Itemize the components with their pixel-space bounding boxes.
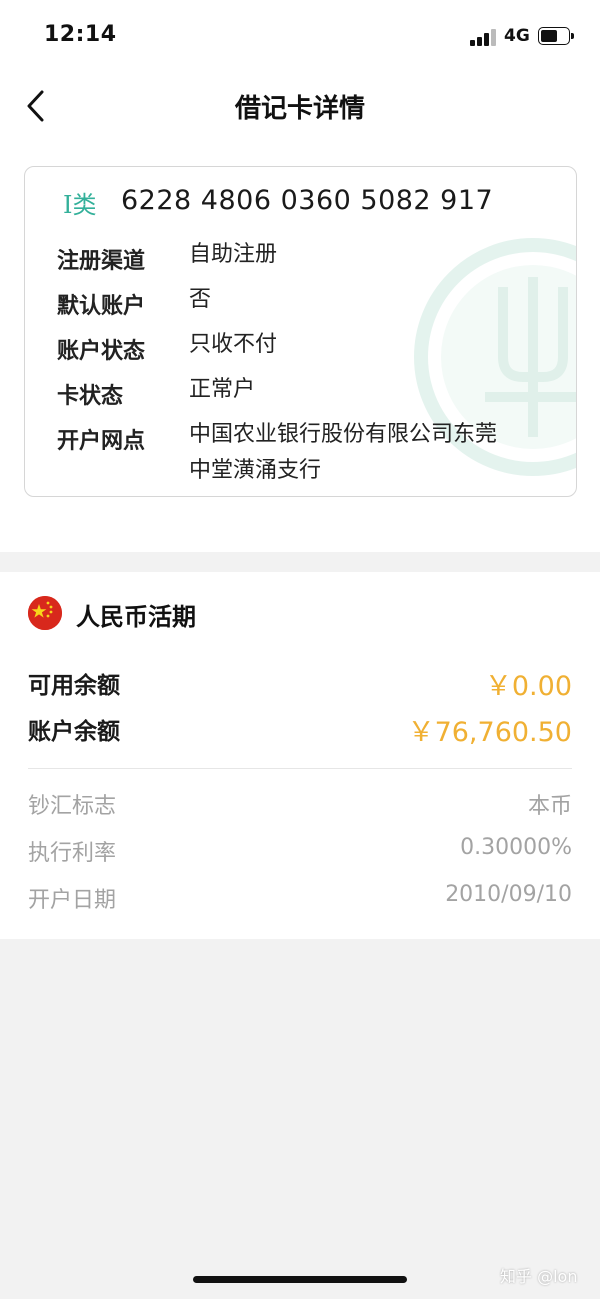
- card-number: 6228 4806 0360 5082 917: [121, 185, 494, 216]
- divider: [28, 768, 572, 769]
- balance-value: ￥0.00: [484, 671, 572, 702]
- account-balance-row: 账户余额 ￥76,760.50: [28, 712, 572, 748]
- page-title: 借记卡详情: [234, 94, 365, 124]
- field-value: 只收不付: [189, 332, 278, 357]
- meta-label: 钞汇标志: [28, 794, 117, 819]
- battery-icon: [538, 27, 574, 45]
- balance-label: 可用余额: [28, 673, 120, 699]
- meta-value: 2010/09/10: [445, 882, 572, 907]
- open-date-row: 开户日期 2010/09/10: [28, 882, 572, 916]
- nav-bar: 借记卡详情: [0, 72, 600, 142]
- available-balance-row: 可用余额 ￥0.00: [28, 666, 572, 702]
- meta-value: 0.30000%: [460, 835, 572, 860]
- network-type: 4G: [504, 26, 530, 46]
- field-value: 正常户: [189, 377, 256, 402]
- field-label: 卡状态: [57, 384, 124, 409]
- card-class-label: I类: [63, 191, 97, 219]
- balance-label: 账户余额: [28, 719, 120, 745]
- currency-flag-row: 钞汇标志 本币: [28, 788, 572, 822]
- watermark-text: 知乎 @lon: [500, 1267, 578, 1286]
- field-value-line1: 中国农业银行股份有限公司东莞: [189, 422, 498, 447]
- china-flag-icon: [28, 596, 62, 630]
- field-label: 注册渠道: [57, 249, 146, 274]
- account-title: 人民币活期: [76, 603, 196, 631]
- meta-label: 执行利率: [28, 841, 117, 866]
- home-indicator[interactable]: [193, 1276, 407, 1283]
- field-value: 否: [189, 287, 212, 312]
- field-label: 开户网点: [57, 429, 146, 454]
- account-section: 人民币活期 可用余额 ￥0.00 账户余额 ￥76,760.50 钞汇标志 本币…: [0, 572, 600, 939]
- field-value: 自助注册: [189, 242, 278, 267]
- meta-value: 本币: [527, 794, 572, 819]
- meta-label: 开户日期: [28, 888, 117, 913]
- signal-icon: [470, 28, 498, 46]
- card-detail: I类 6228 4806 0360 5082 917 注册渠道 自助注册 默认账…: [24, 166, 577, 497]
- status-time: 12:14: [44, 22, 117, 47]
- field-label: 账户状态: [57, 339, 146, 364]
- interest-rate-row: 执行利率 0.30000%: [28, 835, 572, 869]
- field-value-line2: 中堂潢涌支行: [189, 458, 322, 483]
- balance-value: ￥76,760.50: [407, 717, 572, 748]
- field-label: 默认账户: [57, 294, 146, 319]
- status-bar: 12:14 4G: [0, 0, 600, 72]
